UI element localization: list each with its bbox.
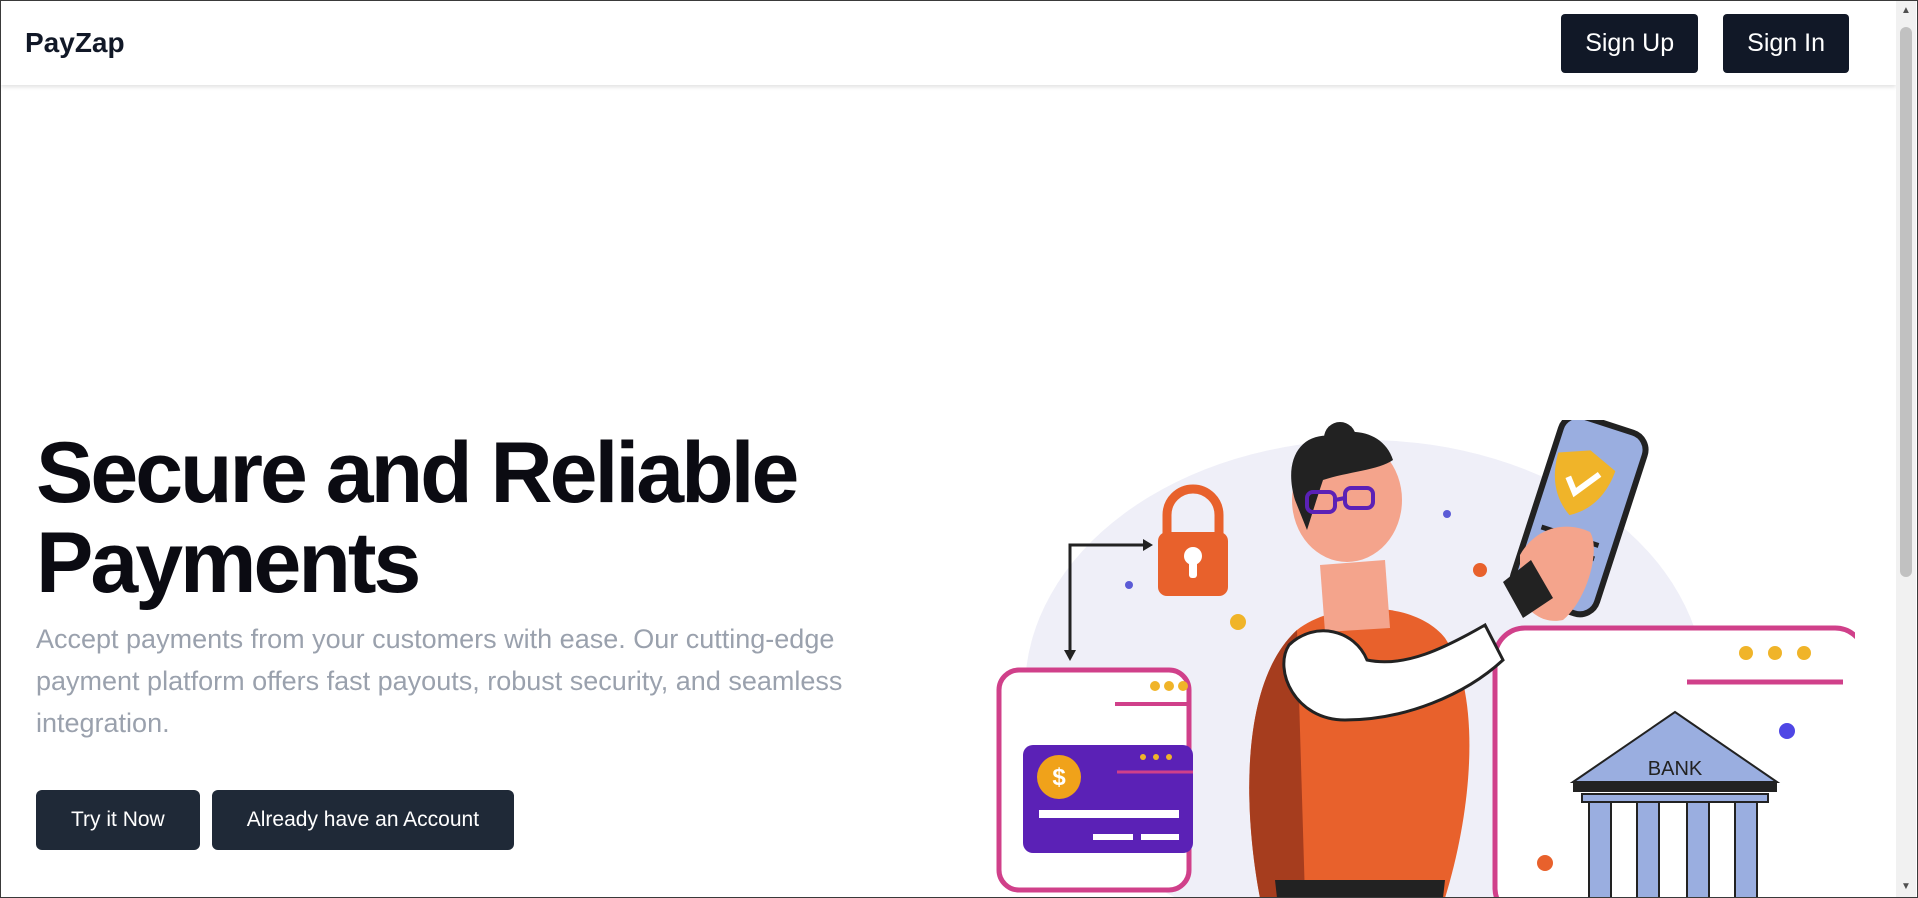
bank-label: BANK: [1648, 758, 1703, 780]
card-window-icon: $: [996, 667, 1193, 893]
nav-actions: Sign Up Sign In: [1561, 13, 1849, 73]
payment-security-illustration: $ BANK: [996, 420, 1855, 898]
hero-title: Secure and Reliable Payments: [36, 425, 799, 611]
scroll-thumb[interactable]: [1900, 27, 1912, 577]
try-it-now-button[interactable]: Try it Now: [36, 790, 200, 850]
decor-dot: [1537, 855, 1553, 871]
hero-subtitle: Accept payments from your customers with…: [36, 624, 843, 738]
scroll-down-arrow-icon[interactable]: ▼: [1896, 877, 1916, 897]
top-navbar: PayZap Sign Up Sign In: [1, 1, 1896, 85]
decor-dot: [1230, 614, 1246, 630]
cta-row: Try it Now Already have an Account: [36, 790, 515, 850]
decor-dot: [1779, 723, 1795, 739]
decor-dot: [1443, 510, 1451, 518]
sign-up-button[interactable]: Sign Up: [1561, 13, 1699, 73]
sign-in-button[interactable]: Sign In: [1723, 13, 1849, 73]
scroll-up-arrow-icon[interactable]: ▲: [1896, 1, 1916, 21]
dollar-sign: $: [1052, 764, 1066, 791]
brand-logo[interactable]: PayZap: [25, 27, 125, 59]
decor-dot: [1125, 581, 1133, 589]
vertical-scrollbar[interactable]: ▲ ▼: [1896, 1, 1916, 897]
decor-dot: [1473, 563, 1487, 577]
existing-account-button[interactable]: Already have an Account: [211, 790, 515, 850]
